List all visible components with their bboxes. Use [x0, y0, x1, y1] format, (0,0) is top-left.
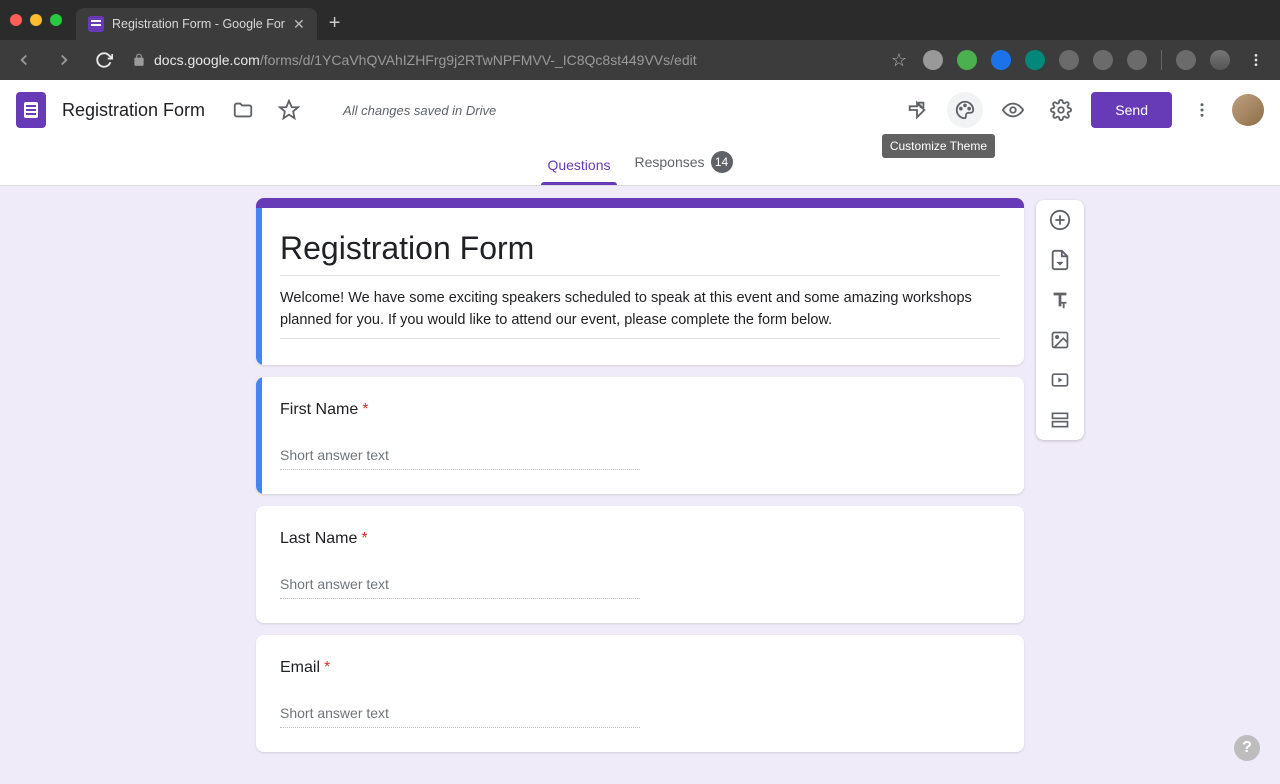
tab-label: Questions — [547, 157, 610, 173]
media-icon[interactable] — [1176, 50, 1196, 70]
separator — [1161, 50, 1162, 70]
maximize-window-icon[interactable] — [50, 14, 62, 26]
back-button[interactable] — [12, 48, 36, 72]
address-bar-row: docs.google.com/forms/d/1YCaVhQVAhIZHFrg… — [0, 40, 1280, 80]
profile-avatar-icon[interactable] — [1210, 50, 1230, 70]
add-video-icon[interactable] — [1048, 368, 1072, 392]
answer-placeholder: Short answer text — [280, 705, 640, 728]
help-button[interactable]: ? — [1234, 735, 1260, 761]
question-card[interactable]: Last Name* Short answer text — [256, 506, 1024, 623]
forms-logo-icon[interactable] — [16, 92, 46, 128]
address-bar[interactable]: docs.google.com/forms/d/1YCaVhQVAhIZHFrg… — [132, 52, 873, 68]
document-title[interactable]: Registration Form — [62, 100, 205, 121]
form-tabs: Questions Responses 14 — [0, 140, 1280, 186]
browser-chrome: Registration Form - Google For ✕ + docs.… — [0, 0, 1280, 80]
extension-icon[interactable] — [957, 50, 977, 70]
extension-icon[interactable] — [923, 50, 943, 70]
form-header-card[interactable]: Registration Form Welcome! We have some … — [256, 198, 1024, 365]
tab-questions[interactable]: Questions — [547, 157, 610, 185]
bookmark-star-icon[interactable]: ☆ — [889, 50, 909, 70]
new-tab-button[interactable]: + — [329, 12, 341, 35]
add-image-icon[interactable] — [1048, 328, 1072, 352]
browser-menu-icon[interactable] — [1244, 48, 1268, 72]
send-button[interactable]: Send — [1091, 92, 1172, 128]
extension-icon[interactable] — [991, 50, 1011, 70]
preview-icon[interactable] — [995, 92, 1031, 128]
forms-favicon-icon — [88, 16, 104, 32]
question-title[interactable]: First Name* — [280, 401, 1000, 419]
extension-icon[interactable] — [1059, 50, 1079, 70]
question-card[interactable]: First Name* Short answer text — [256, 377, 1024, 494]
extension-icon[interactable] — [1127, 50, 1147, 70]
url-text: docs.google.com/forms/d/1YCaVhQVAhIZHFrg… — [154, 52, 697, 68]
window-controls[interactable] — [10, 14, 62, 26]
more-menu-icon[interactable] — [1184, 92, 1220, 128]
required-asterisk: * — [361, 530, 367, 547]
extension-icon[interactable] — [1093, 50, 1113, 70]
required-asterisk: * — [362, 401, 368, 418]
extension-icon[interactable] — [1025, 50, 1045, 70]
lock-icon — [132, 53, 146, 67]
floating-toolbar — [1036, 200, 1084, 440]
reload-button[interactable] — [92, 48, 116, 72]
star-icon[interactable] — [271, 92, 307, 128]
required-asterisk: * — [324, 659, 330, 676]
response-count-badge: 14 — [711, 151, 733, 173]
form-title[interactable]: Registration Form — [280, 230, 1000, 276]
save-status: All changes saved in Drive — [343, 103, 496, 118]
addons-icon[interactable] — [899, 92, 935, 128]
move-folder-icon[interactable] — [225, 92, 261, 128]
theme-icon[interactable] — [947, 92, 983, 128]
add-title-icon[interactable] — [1048, 288, 1072, 312]
answer-placeholder: Short answer text — [280, 576, 640, 599]
tab-title: Registration Form - Google For — [112, 17, 285, 31]
tab-label: Responses — [635, 154, 705, 170]
question-card[interactable]: Email* Short answer text — [256, 635, 1024, 752]
extension-icons: ☆ — [889, 48, 1268, 72]
add-section-icon[interactable] — [1048, 408, 1072, 432]
tab-strip: Registration Form - Google For ✕ + — [0, 0, 1280, 40]
question-title[interactable]: Last Name* — [280, 530, 1000, 548]
tab-responses[interactable]: Responses 14 — [635, 151, 733, 185]
app-header: Registration Form All changes saved in D… — [0, 80, 1280, 140]
form-canvas: Registration Form Welcome! We have some … — [0, 186, 1280, 784]
settings-gear-icon[interactable] — [1043, 92, 1079, 128]
forward-button[interactable] — [52, 48, 76, 72]
add-question-icon[interactable] — [1048, 208, 1072, 232]
question-title[interactable]: Email* — [280, 659, 1000, 677]
minimize-window-icon[interactable] — [30, 14, 42, 26]
account-avatar[interactable] — [1232, 94, 1264, 126]
answer-placeholder: Short answer text — [280, 447, 640, 470]
browser-tab[interactable]: Registration Form - Google For ✕ — [76, 8, 317, 40]
close-tab-icon[interactable]: ✕ — [293, 16, 305, 33]
form-description[interactable]: Welcome! We have some exciting speakers … — [280, 288, 1000, 339]
tooltip: Customize Theme — [882, 134, 995, 158]
close-window-icon[interactable] — [10, 14, 22, 26]
import-questions-icon[interactable] — [1048, 248, 1072, 272]
